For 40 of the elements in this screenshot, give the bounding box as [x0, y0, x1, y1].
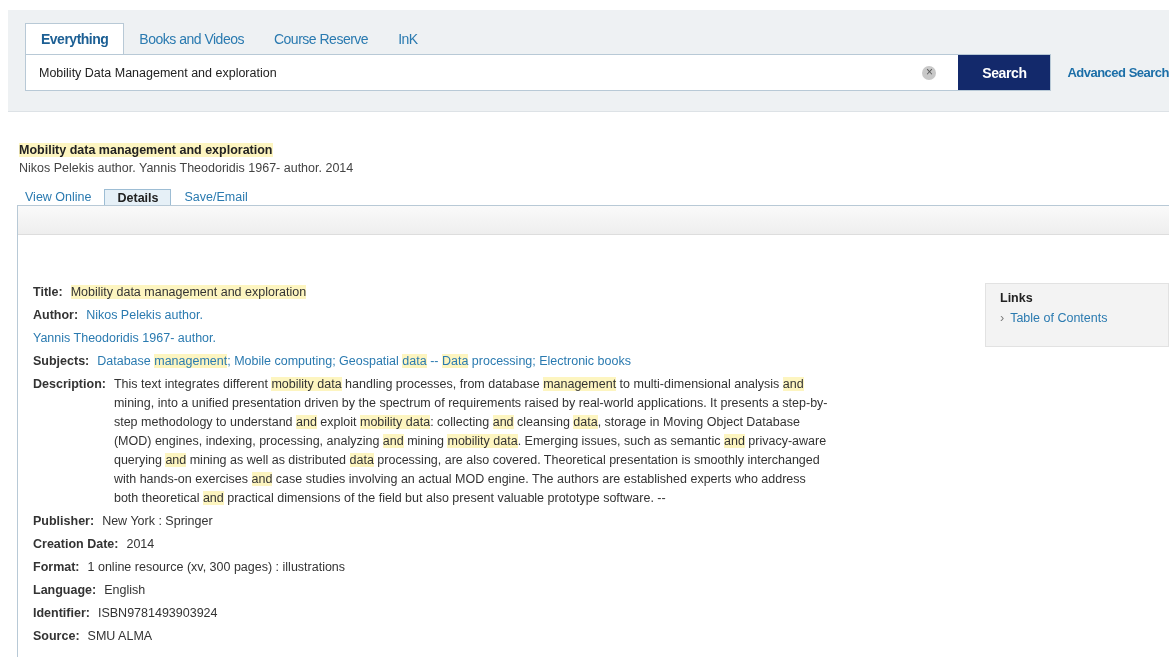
- field-label: Creation Date:: [33, 536, 119, 553]
- search-tab[interactable]: InK: [383, 23, 433, 54]
- field-link[interactable]: Electronic books: [539, 352, 631, 371]
- field-link[interactable]: Yannis Theodoridis 1967- author.: [33, 329, 216, 348]
- field-link[interactable]: Nikos Pelekis author.: [86, 306, 203, 325]
- clear-button[interactable]: ×: [922, 65, 937, 80]
- field-link[interactable]: Database management;: [97, 352, 235, 371]
- chevron-icon: ›: [1000, 311, 1005, 325]
- field-value: 2014: [126, 536, 155, 553]
- advanced-search-link[interactable]: Advanced Search: [1067, 65, 1169, 80]
- links-heading: Links: [1000, 291, 1034, 305]
- search-tab[interactable]: Course Reserve: [258, 23, 384, 54]
- field-label: Format:: [33, 559, 80, 576]
- detail-tab[interactable]: Details: [104, 189, 172, 205]
- search-field[interactable]: Mobility Data Management and exploration × Search: [25, 54, 1052, 91]
- field-value: Mobility data management and exploration: [70, 284, 307, 301]
- field-label: Identifier:: [33, 605, 90, 622]
- search-tab[interactable]: Books and Videos: [124, 23, 259, 54]
- field-label: Publisher:: [33, 513, 95, 530]
- field-label: Language:: [33, 582, 97, 599]
- search-button[interactable]: Search: [958, 55, 1051, 90]
- field-label: Subjects:: [33, 353, 90, 370]
- field-value: New York : Springer: [102, 513, 213, 530]
- search-tab[interactable]: Everything: [25, 23, 125, 54]
- result-byline: Nikos Pelekis author. Yannis Theodoridis 1967- author. 2014: [19, 161, 355, 175]
- field-value: 1 online resource (xv, 300 pages) : illustrations: [87, 559, 346, 576]
- field-value: This text integrates different mobility data handling processes, from database management to multi-dimensional analysis and mining, into a unified presentation driven by the spectrum of requirements raised by real-world applications. It presents a step-by-step methodology to understand and exploit mobility data: collecting and cleansing data, storage in Moving Object Database (MOD) engines, indexing, processing, analyzing and mining mobility data. Emerging issues, such as semantic and privacy-aware querying and mining as well as distributed data processing, are also covered. Theoretical presentation is smoothly interchanged with hands-on exercises and case studies involving an actual MOD engine. The authors are established experts who address both theoretical and practical dimensions of the field but also present valuable prototype software. --: [113, 376, 829, 507]
- field-link[interactable]: Geospatial data -- Data processing;: [339, 352, 540, 371]
- detail-tab[interactable]: View Online: [25, 189, 92, 205]
- field-label: Title:: [33, 284, 63, 301]
- result-title[interactable]: Mobility data management and exploration: [19, 143, 273, 157]
- field-label: Source:: [33, 628, 80, 645]
- field-value: ISBN9781493903924: [97, 605, 218, 622]
- field-value: English: [104, 582, 146, 599]
- field-label: Description:: [33, 376, 106, 393]
- field-link[interactable]: Mobile computing;: [234, 352, 340, 371]
- table-of-contents-link[interactable]: Table of Contents: [1010, 311, 1108, 325]
- field-label: Author:: [33, 307, 79, 324]
- detail-tab[interactable]: Save/Email: [184, 189, 248, 205]
- field-value: SMU ALMA: [87, 628, 153, 645]
